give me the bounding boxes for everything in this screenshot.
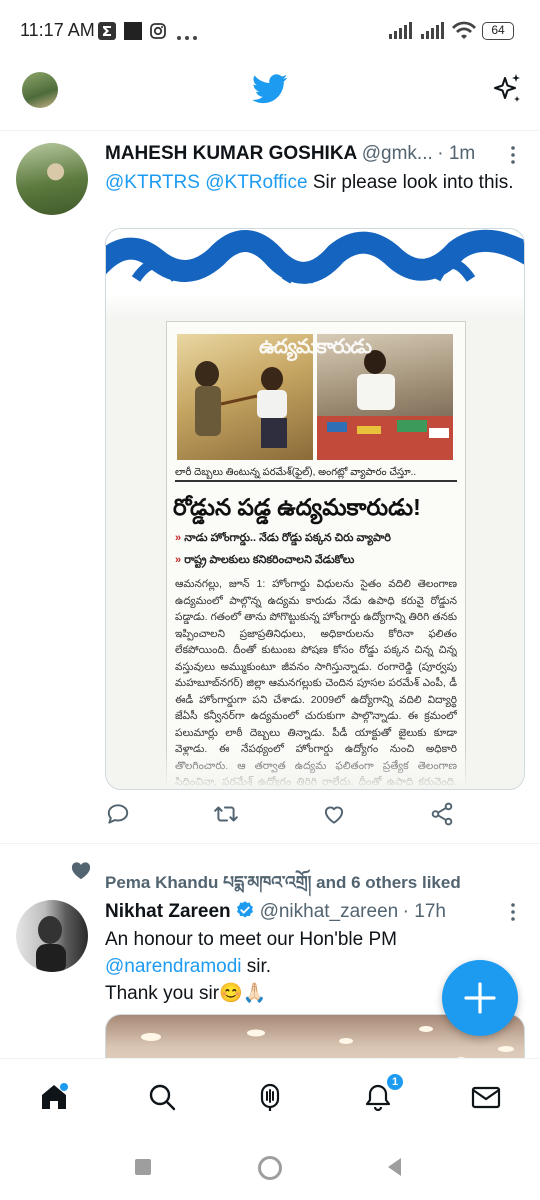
author-handle[interactable]: @nikhat_zareen	[260, 901, 399, 922]
media-fade	[106, 749, 524, 789]
tweet-text: @KTRTRS @KTRoffice Sir please look into …	[105, 169, 515, 196]
home-icon[interactable]	[36, 1079, 72, 1115]
tweet-line: Thank you sir😊🙏🏻	[105, 983, 267, 1004]
instagram-icon	[149, 22, 167, 45]
author-handle[interactable]: @gmk...	[362, 143, 433, 164]
compose-tweet-button[interactable]	[442, 960, 518, 1036]
search-icon[interactable]	[144, 1079, 180, 1115]
author-avatar[interactable]	[16, 900, 88, 972]
battery-icon: 64	[482, 22, 514, 40]
newspaper-masthead	[106, 229, 524, 293]
share-icon[interactable]	[429, 801, 457, 829]
retweet-icon[interactable]	[213, 801, 241, 829]
spaces-icon[interactable]	[252, 1079, 288, 1115]
like-icon[interactable]	[321, 801, 349, 829]
wifi-icon	[451, 21, 477, 46]
notifications-badge: 1	[385, 1072, 405, 1092]
bullet-glyph: »	[175, 532, 182, 544]
top-app-bar	[0, 64, 540, 131]
mention-link[interactable]: @KTRTRS	[105, 172, 200, 193]
tweet-line: An honour to meet our Hon'ble PM	[105, 929, 397, 950]
bullet-glyph: »	[175, 554, 182, 566]
clipping-rule	[175, 480, 457, 482]
masthead-fade	[106, 293, 524, 319]
clipping-caption: లారీ దెబ్బలు తింటున్న పరమేశ్(ఫైల్), అంగట…	[175, 467, 417, 478]
tweet-body: Sir please look into this.	[307, 172, 514, 193]
plus-icon	[464, 982, 496, 1014]
tweet[interactable]: MAHESH KUMAR GOSHIKA @gmk... · 1m @KTRTR…	[0, 131, 540, 843]
tweet-text: An honour to meet our Hon'ble PM @narend…	[105, 926, 435, 1007]
recent-apps-icon[interactable]	[135, 1159, 151, 1175]
tweet-line-rest: sir.	[241, 956, 272, 977]
tweet-time: · 17h	[402, 901, 446, 922]
tweet-header: Nikhat Zareen @nikhat_zareen · 17h	[105, 900, 505, 925]
author-name[interactable]: MAHESH KUMAR GOSHIKA	[105, 143, 357, 164]
clipping-headline: రోడ్డున పడ్డ ఉద్యమకారుడు!	[173, 494, 421, 520]
subheadline-text: నాడు హోంగార్డు.. నేడు రోడ్డు పక్కన చిరు …	[184, 532, 391, 544]
author-avatar[interactable]	[16, 143, 88, 215]
back-icon[interactable]	[385, 1156, 403, 1183]
newspaper-clipping: ఉద్యమకారుడు లారీ దెబ్బలు తింటున్న పరమేశ్…	[166, 321, 466, 789]
tweet-time: · 1m	[437, 143, 476, 164]
signal-icon	[388, 22, 414, 45]
sigma-icon	[98, 22, 116, 40]
subheadline-text: రాష్ట్ర పాలకులు కనికరించాలని వేడుకోలు	[184, 554, 355, 566]
verified-badge-icon	[235, 900, 255, 925]
more-notifications-icon	[176, 28, 198, 46]
bottom-navigation: 1	[0, 1058, 540, 1139]
home-system-icon[interactable]	[258, 1156, 282, 1180]
more-options-icon[interactable]	[506, 145, 520, 165]
clipping-subheadline-2: » రాష్ట్ర పాలకులు కనికరించాలని వేడుకోలు	[175, 554, 457, 569]
tweet-header: MAHESH KUMAR GOSHIKA @gmk... · 1m	[105, 143, 505, 165]
reply-icon[interactable]	[105, 801, 133, 829]
status-time: 11:17 AM	[20, 20, 95, 40]
clipping-watermark: ఉద్యమకారుడు	[258, 336, 372, 358]
sparkle-icon[interactable]	[490, 72, 524, 111]
status-bar: 11:17 AM 64	[0, 0, 540, 64]
system-navigation-bar	[0, 1138, 540, 1200]
app-notification-icon	[124, 22, 142, 40]
mention-link[interactable]: @narendramodi	[105, 956, 242, 977]
twitter-bird-icon[interactable]	[252, 74, 288, 109]
more-options-icon[interactable]	[506, 902, 520, 922]
tweet-line: @narendramodi sir.	[105, 953, 435, 980]
mention-link[interactable]: @KTRoffice	[205, 172, 307, 193]
clipping-subheadline-1: » నాడు హోంగార్డు.. నేడు రోడ్డు పక్కన చిర…	[175, 532, 457, 547]
messages-envelope-icon[interactable]	[468, 1079, 504, 1115]
liked-heart-icon	[70, 860, 92, 885]
tweet-actions	[105, 797, 525, 833]
signal-2-icon	[420, 22, 446, 45]
author-name[interactable]: Nikhat Zareen	[105, 901, 231, 922]
tweet-media-image[interactable]: ఉద్యమకారుడు లారీ దెబ్బలు తింటున్న పరమేశ్…	[105, 228, 525, 790]
account-avatar[interactable]	[22, 72, 58, 108]
